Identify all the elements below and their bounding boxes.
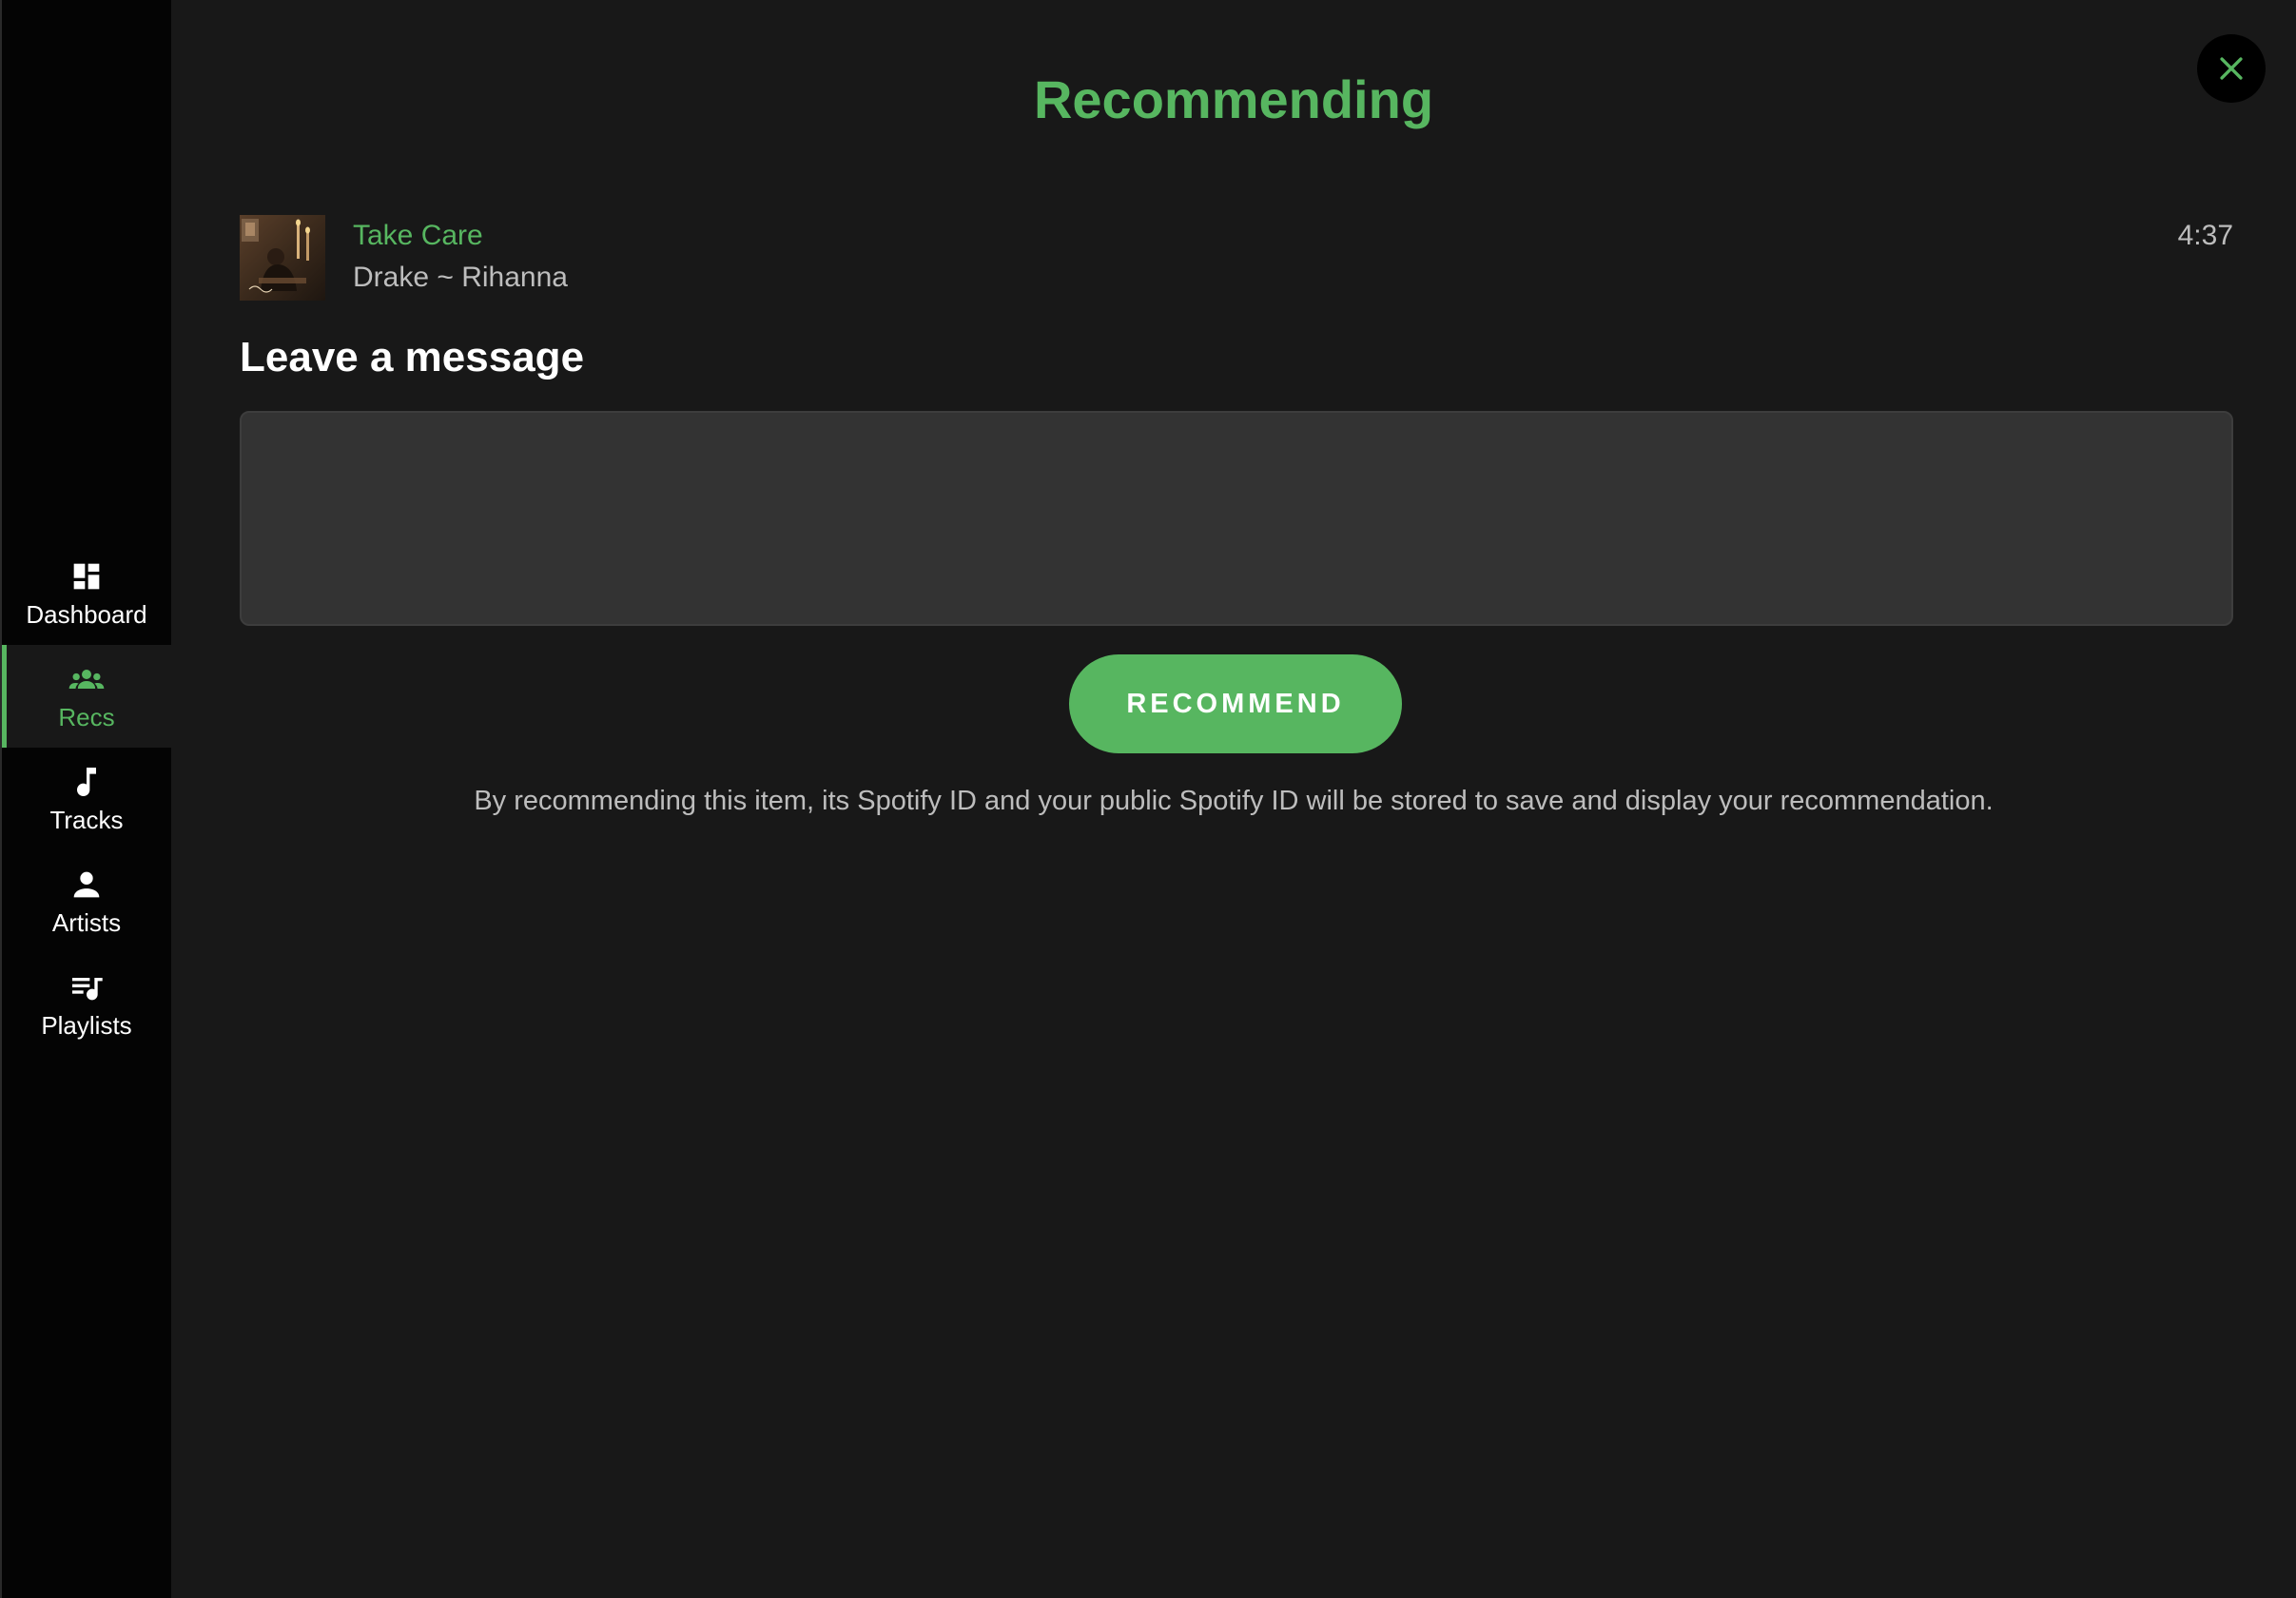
sidebar-item-label: Artists — [51, 908, 122, 937]
track-artists: Drake ~ Rihanna — [353, 262, 568, 293]
track-title-link[interactable]: Take Care — [353, 217, 483, 255]
message-textarea[interactable] — [240, 411, 2233, 626]
track-row: Take Care Drake ~ Rihanna 4:37 — [240, 215, 2233, 302]
sidebar-item-artists[interactable]: Artists — [2, 850, 171, 953]
album-art — [240, 215, 325, 301]
sidebar-item-recs[interactable]: Recs — [2, 645, 171, 748]
recommend-button[interactable]: RECOMMEND — [1069, 654, 1402, 753]
message-heading: Leave a message — [240, 334, 585, 380]
sidebar-item-tracks[interactable]: Tracks — [2, 748, 171, 850]
sidebar-item-label: Recs — [58, 703, 115, 731]
people-icon — [68, 660, 106, 698]
track-duration: 4:37 — [2177, 220, 2233, 251]
sidebar-item-dashboard[interactable]: Dashboard — [2, 542, 171, 645]
person-icon — [68, 866, 106, 904]
privacy-disclaimer: By recommending this item, its Spotify I… — [474, 786, 1994, 816]
playlist-icon — [68, 968, 106, 1006]
sidebar: Dashboard Recs Tracks Artists Playlists — [0, 0, 171, 1598]
sidebar-item-label: Tracks — [49, 806, 124, 834]
page-title: Recommending — [1033, 69, 1434, 129]
sidebar-item-label: Playlists — [41, 1011, 132, 1040]
sidebar-item-playlists[interactable]: Playlists — [2, 953, 171, 1056]
sidebar-item-label: Dashboard — [26, 600, 147, 629]
sidebar-nav: Dashboard Recs Tracks Artists Playlists — [2, 542, 171, 1056]
app-window: Dashboard Recs Tracks Artists Playlists … — [0, 0, 2296, 1598]
music-note-icon — [68, 763, 106, 801]
dashboard-icon — [68, 557, 106, 595]
